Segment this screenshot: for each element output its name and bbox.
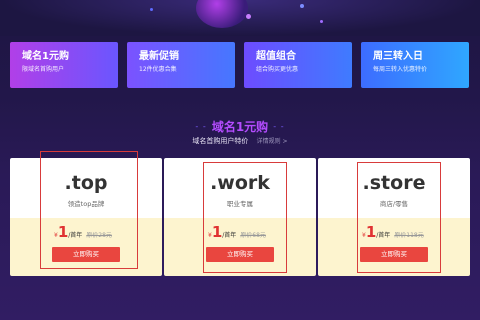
promo-cards: 域名1元购 限域名首购用户 最新促销 12件优惠合集 超值组合 组合购买更优惠 … [10, 42, 470, 88]
promo-subtitle: 组合购买更优惠 [256, 66, 299, 73]
decorative-dot [150, 8, 153, 11]
title-dash-left: - - [195, 122, 207, 131]
promo-title: 最新促销 [139, 51, 179, 62]
highlight-box [357, 162, 441, 273]
rules-link[interactable]: 详情规则 > [257, 138, 288, 145]
promo-title: 周三转入日 [373, 51, 423, 62]
section-title: - - 域名1元购 - - [0, 116, 480, 135]
promo-card-domain-1yuan[interactable]: 域名1元购 限域名首购用户 [10, 42, 118, 88]
promo-title: 域名1元购 [22, 51, 69, 62]
promo-subtitle: 限域名首购用户 [22, 66, 65, 73]
decorative-dot [320, 20, 323, 23]
section-title-text: 域名1元购 [211, 120, 269, 134]
hero-banner [0, 0, 480, 36]
promo-card-latest-deals[interactable]: 最新促销 12件优惠合集 [127, 42, 235, 88]
decorative-sphere [196, 0, 248, 28]
title-dash-right: - - [273, 122, 285, 131]
promo-card-wednesday-transfer[interactable]: 周三转入日 每周三转入优惠特价 [361, 42, 469, 88]
decorative-dot [246, 14, 251, 19]
highlight-box [40, 151, 138, 269]
promo-card-combo[interactable]: 超值组合 组合购买更优惠 [244, 42, 352, 88]
promo-title: 超值组合 [256, 51, 296, 62]
decorative-dot [300, 4, 304, 8]
section-subtitle: 域名首购用户特价 详情规则 > [0, 136, 480, 146]
highlight-box [203, 162, 287, 273]
promo-subtitle: 每周三转入优惠特价 [373, 66, 428, 73]
section-subtitle-text: 域名首购用户特价 [192, 137, 249, 145]
promo-subtitle: 12件优惠合集 [139, 66, 177, 73]
